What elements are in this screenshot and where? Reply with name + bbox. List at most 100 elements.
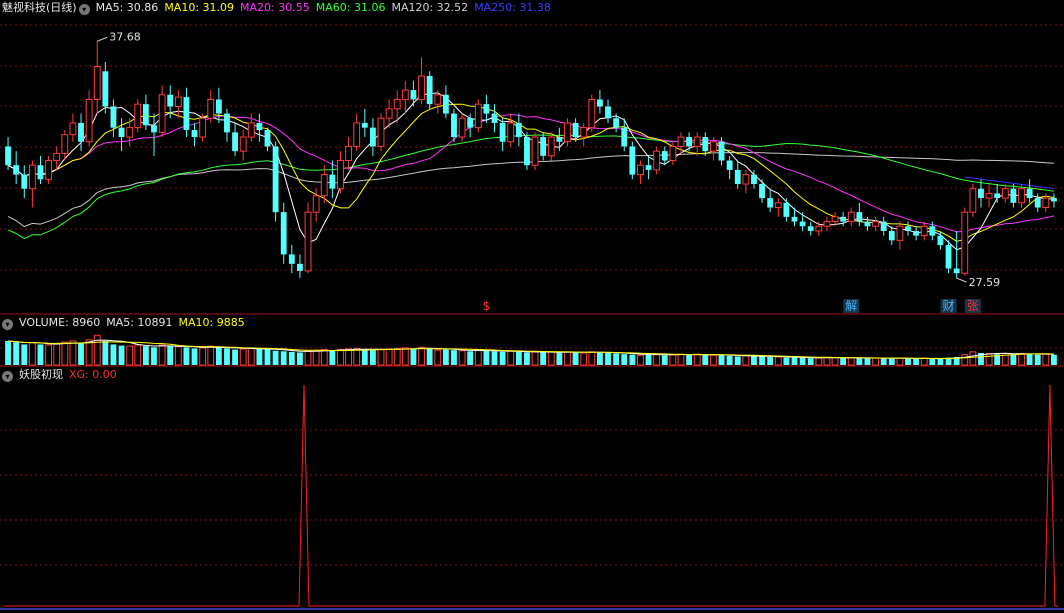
candle xyxy=(880,216,887,236)
volume-bar xyxy=(345,348,352,366)
candle-body xyxy=(1018,188,1025,204)
volume-bar xyxy=(247,347,255,366)
volume-bar xyxy=(126,345,134,366)
candle xyxy=(329,160,336,199)
volume-bar xyxy=(742,355,750,366)
candle-body xyxy=(831,216,839,223)
volume-bar xyxy=(734,356,741,365)
candle xyxy=(280,202,287,264)
volume-bar xyxy=(256,349,263,365)
candle xyxy=(653,146,661,175)
candle-body xyxy=(280,212,287,255)
candle xyxy=(458,113,466,142)
candle xyxy=(726,155,733,180)
candle-body xyxy=(474,103,482,129)
candle-body xyxy=(442,94,449,114)
candle-body xyxy=(451,113,457,138)
candle-body xyxy=(353,122,361,147)
candle xyxy=(93,41,101,114)
candle-body xyxy=(53,152,61,162)
candle xyxy=(377,113,385,152)
volume-bar xyxy=(272,350,279,365)
candle-body xyxy=(937,235,944,246)
event-marker: $ xyxy=(483,299,491,313)
candle-body xyxy=(531,136,539,166)
volume-bar xyxy=(28,342,36,366)
candle-body xyxy=(483,104,490,114)
candle xyxy=(45,155,53,184)
candle-body xyxy=(1051,198,1057,202)
volume-bar xyxy=(872,357,879,366)
candle-body xyxy=(467,118,474,128)
candle-body xyxy=(888,230,895,241)
candle-body xyxy=(751,174,757,184)
volume-bar xyxy=(888,358,895,365)
volume-bar xyxy=(913,358,920,365)
volume-bar xyxy=(507,350,515,366)
candle xyxy=(174,90,182,119)
candle-body xyxy=(239,136,247,152)
volume-bar xyxy=(920,357,928,366)
candle-body xyxy=(28,164,36,190)
candle xyxy=(183,87,190,138)
volume-bar xyxy=(418,346,425,366)
volume-bar xyxy=(613,353,620,365)
candle-body xyxy=(945,245,952,269)
candle xyxy=(945,240,952,274)
volume-bar xyxy=(280,351,287,365)
candle xyxy=(442,85,449,119)
candle xyxy=(978,179,984,208)
candle xyxy=(491,104,498,133)
candle-body xyxy=(994,193,1001,199)
stock-chart[interactable]: 37.68 27.59 $ 解 财张 xyxy=(0,0,1064,613)
candle xyxy=(605,99,611,123)
candle-body xyxy=(69,122,77,136)
candle-body xyxy=(872,221,879,227)
candle-body xyxy=(393,98,401,110)
volume-bar xyxy=(710,354,717,366)
volume-bar xyxy=(102,341,109,365)
high-pointer-line xyxy=(97,36,108,42)
volume-bar xyxy=(207,345,215,366)
volume-bar xyxy=(474,349,482,366)
candle xyxy=(499,118,506,152)
candle-body xyxy=(507,122,515,143)
candle-body xyxy=(734,169,741,184)
candle xyxy=(401,80,409,114)
candle xyxy=(1051,193,1057,208)
candle xyxy=(783,198,790,222)
volume-bar xyxy=(69,340,77,366)
candle xyxy=(369,118,376,156)
volume-bar xyxy=(524,352,530,365)
volume-bar xyxy=(499,351,506,365)
volume-bar xyxy=(232,349,238,365)
candle-body xyxy=(191,130,198,138)
candle-body xyxy=(345,145,352,162)
volume-bar xyxy=(134,344,142,366)
candle-body xyxy=(985,192,993,199)
volume-bar xyxy=(312,349,320,366)
volume-bar xyxy=(264,349,271,365)
candle-body xyxy=(458,117,466,138)
candle-body xyxy=(134,103,142,129)
candle xyxy=(207,90,215,123)
volume-bar xyxy=(572,352,579,365)
candle-body xyxy=(199,117,207,138)
volume-bar xyxy=(45,344,53,366)
candle-body xyxy=(224,113,230,133)
candle-body xyxy=(361,122,368,128)
volume-bar xyxy=(483,350,490,365)
high-price-label: 37.68 xyxy=(109,30,141,43)
candle-body xyxy=(369,127,376,147)
volume-bar xyxy=(1051,354,1057,365)
candle-body xyxy=(118,127,125,138)
candle-body xyxy=(953,268,960,274)
candle xyxy=(353,113,361,152)
candle-body xyxy=(605,106,611,119)
candle-body xyxy=(572,122,579,138)
volume-bar xyxy=(929,358,936,365)
candle xyxy=(531,132,539,170)
candle xyxy=(994,184,1001,203)
candle xyxy=(702,132,709,156)
volume-bar xyxy=(564,351,571,366)
